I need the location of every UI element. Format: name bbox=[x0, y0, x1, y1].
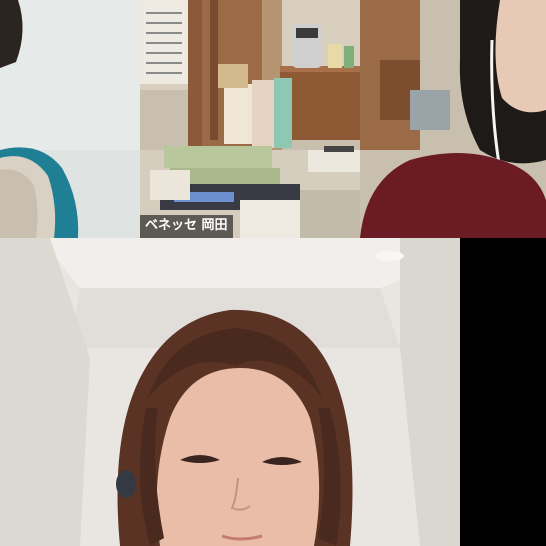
participant-name-label: ベネッセ 岡田 bbox=[140, 215, 233, 238]
participant-1-video-feed bbox=[0, 0, 140, 238]
participant-4-video-feed bbox=[0, 238, 460, 546]
video-tile-participant-4[interactable] bbox=[0, 238, 460, 546]
video-tile-participant-1[interactable] bbox=[0, 0, 140, 238]
participant-2-video-feed bbox=[140, 0, 360, 238]
participant-3-video-feed bbox=[360, 0, 546, 238]
video-tile-participant-3[interactable] bbox=[360, 0, 546, 238]
empty-grid-area bbox=[460, 238, 546, 546]
video-tile-participant-2[interactable]: ベネッセ 岡田 bbox=[140, 0, 360, 238]
